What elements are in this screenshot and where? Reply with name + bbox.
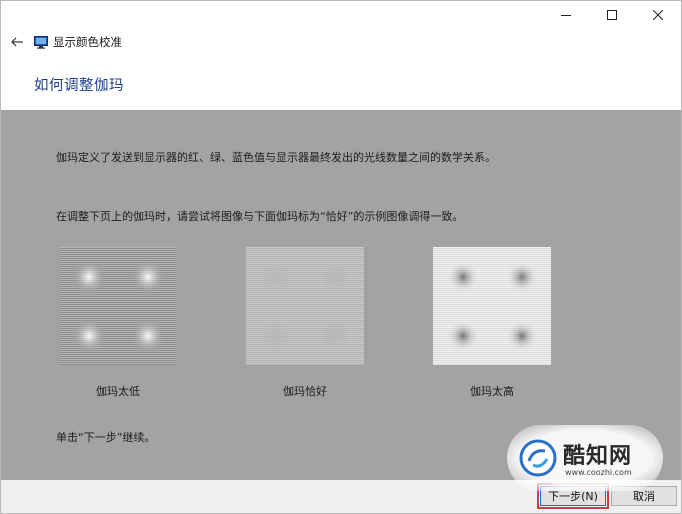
gamma-description: 伽玛定义了发送到显示器的红、绿、蓝色值与显示器最终发出的光线数量之间的数学关系。 (56, 151, 496, 164)
watermark: 酷知网 www.coozhi.com (507, 425, 663, 491)
gamma-good-label: 伽玛恰好 (283, 385, 327, 398)
calibration-window: 显示颜色校准 如何调整伽玛 伽玛定义了发送到显示器的红、绿、蓝色值与显示器最终发… (0, 0, 682, 514)
page-heading: 如何调整伽玛 (34, 78, 124, 94)
gamma-good-sample (246, 247, 364, 365)
back-arrow-icon[interactable] (4, 31, 30, 53)
coozhi-logo-icon (519, 439, 557, 477)
minimize-icon[interactable] (543, 1, 589, 29)
maximize-icon[interactable] (589, 1, 635, 29)
gamma-high-sample (433, 247, 551, 365)
gamma-low-label: 伽玛太低 (96, 385, 140, 398)
watermark-url: www.coozhi.com (565, 468, 632, 477)
gamma-low-sample (59, 247, 177, 365)
close-icon[interactable] (635, 1, 681, 29)
gamma-high-label: 伽玛太高 (470, 385, 514, 398)
window-title: 显示颜色校准 (53, 35, 122, 49)
gamma-instruction: 在调整下页上的伽玛时，请尝试将图像与下面伽玛标为“恰好”的示例图像调得一致。 (56, 210, 464, 223)
watermark-text: 酷知网 (563, 444, 633, 469)
continue-hint: 单击“下一步”继续。 (56, 431, 156, 444)
nav-row: 显示颜色校准 (1, 31, 122, 53)
monitor-icon (34, 35, 48, 49)
caption-controls (543, 1, 681, 29)
